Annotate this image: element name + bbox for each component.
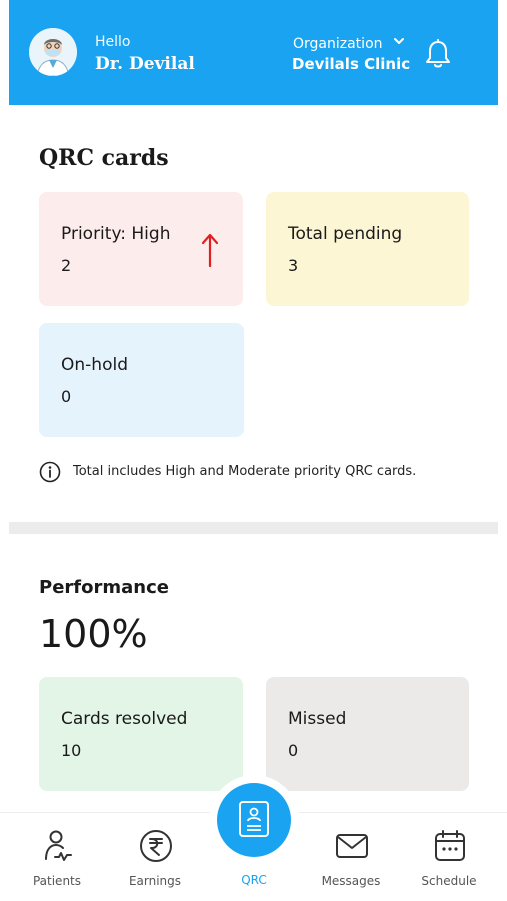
organization-label[interactable]: Organization — [293, 36, 383, 52]
card-label: Priority: High — [61, 224, 171, 244]
nav-item-messages[interactable]: Messages — [306, 813, 396, 901]
card-value: 2 — [61, 256, 72, 275]
info-icon — [39, 461, 61, 483]
rupee-icon — [140, 830, 172, 862]
mail-icon — [336, 834, 368, 858]
card-value: 3 — [288, 256, 299, 275]
card-label: Cards resolved — [61, 709, 188, 729]
qrc-card-icon — [239, 801, 269, 837]
patient-icon — [45, 830, 72, 861]
performance-value: 100% — [39, 612, 148, 656]
card-label: Missed — [288, 709, 347, 729]
card-value: 0 — [288, 741, 299, 760]
card-value: 0 — [61, 387, 72, 406]
card-label: Total pending — [288, 224, 403, 244]
organization-name[interactable]: Devilals Clinic — [292, 55, 410, 73]
nav-label: Schedule — [421, 874, 477, 888]
card-label: On-hold — [61, 355, 128, 375]
nav-item-qrc[interactable] — [217, 783, 291, 857]
nav-label: Patients — [32, 874, 82, 888]
nav-label: Messages — [321, 874, 381, 888]
greeting-text: Hello — [95, 34, 131, 50]
app-header: Hello Dr. Devilal Organization Devilals … — [9, 0, 498, 105]
nav-item-patients[interactable]: Patients — [12, 813, 102, 901]
qrc-note: Total includes High and Moderate priorit… — [73, 464, 417, 479]
missed-card[interactable]: Missed 0 — [266, 677, 469, 791]
bell-icon[interactable] — [423, 38, 453, 70]
qrc-section-title: QRC cards — [39, 145, 169, 171]
nav-label: Earnings — [128, 874, 182, 888]
nav-item-schedule[interactable]: Schedule — [404, 813, 494, 901]
doctor-name: Dr. Devilal — [95, 54, 195, 74]
card-value: 10 — [61, 741, 82, 760]
up-arrow-icon — [201, 233, 219, 268]
cards-resolved-card[interactable]: Cards resolved 10 — [39, 677, 243, 791]
nav-label-qrc[interactable]: QRC — [209, 873, 299, 887]
total-pending-card[interactable]: Total pending 3 — [266, 192, 469, 306]
on-hold-card[interactable]: On-hold 0 — [39, 323, 244, 437]
section-divider — [9, 522, 498, 534]
avatar[interactable] — [29, 28, 77, 76]
calendar-icon — [435, 830, 465, 861]
nav-item-earnings[interactable]: Earnings — [110, 813, 200, 901]
doctor-avatar-icon — [29, 28, 77, 76]
performance-label: Performance — [39, 577, 169, 598]
chevron-down-icon[interactable] — [392, 34, 406, 48]
priority-high-card[interactable]: Priority: High 2 — [39, 192, 243, 306]
